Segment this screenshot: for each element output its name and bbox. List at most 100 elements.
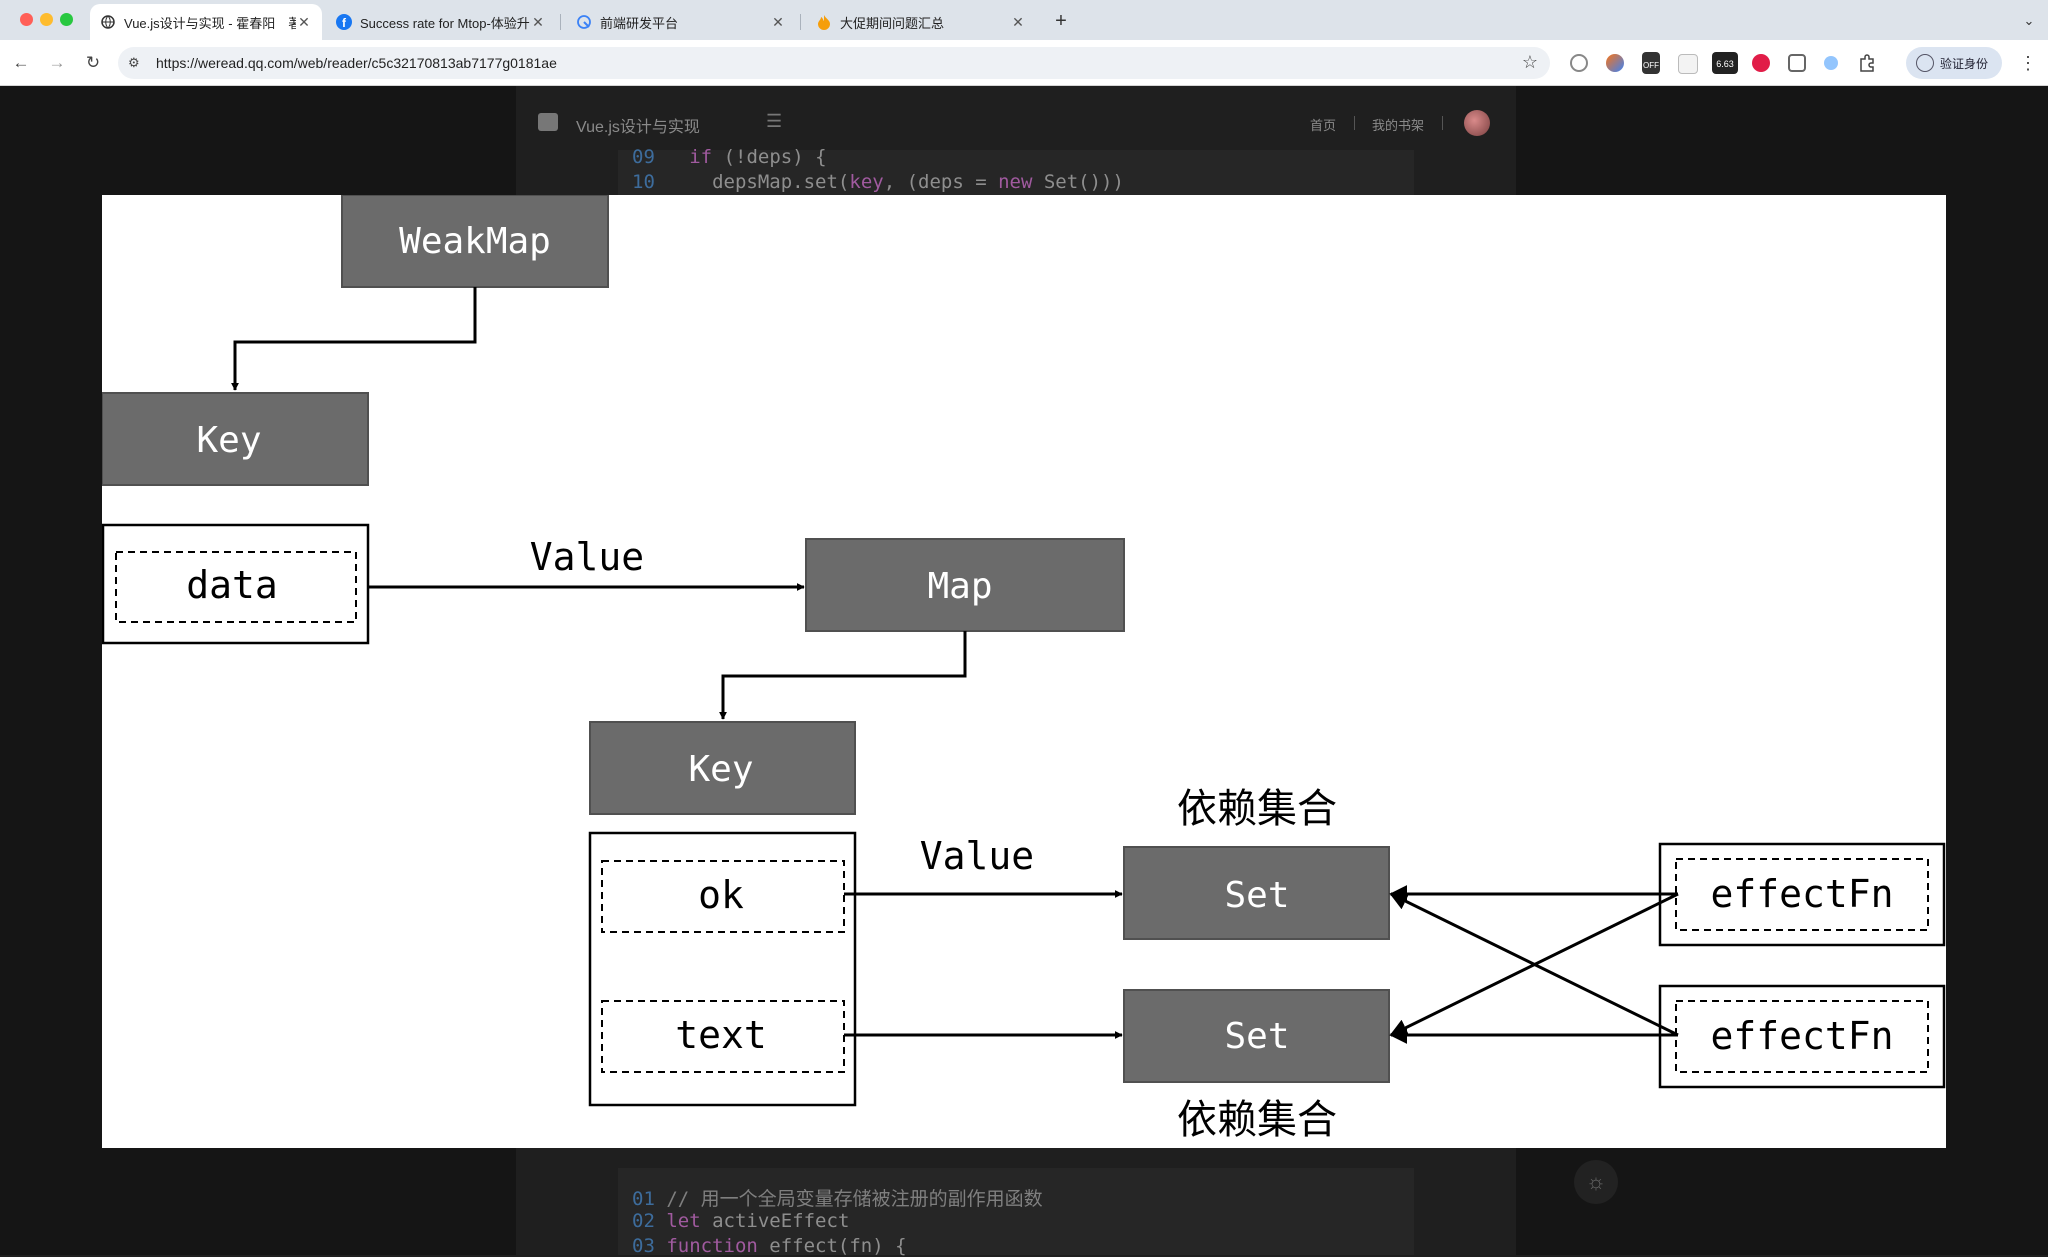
extension-off-badge: OFF — [1643, 61, 1659, 70]
code-line: 10 depsMap.set(key, (deps = new Set())) — [632, 171, 1124, 193]
book-icon[interactable] — [538, 113, 558, 131]
reload-icon[interactable]: ↻ — [80, 50, 106, 76]
set-label-1: Set — [1224, 875, 1289, 916]
back-arrow-icon[interactable]: ← — [8, 50, 34, 76]
extension-off-icon[interactable]: OFF — [1642, 52, 1660, 74]
code-text: activeEffect — [700, 1210, 850, 1232]
code-text: (!deps) { — [712, 146, 827, 168]
code-keyword: let — [666, 1210, 701, 1232]
maximize-window-button[interactable] — [60, 13, 73, 26]
map-to-key-arrow — [719, 631, 967, 720]
profile-avatar-icon — [1916, 54, 1934, 72]
effectfn-label-2: effectFn — [1710, 1014, 1893, 1058]
tab-close-icon[interactable]: ✕ — [530, 14, 546, 31]
nav-separator — [1354, 116, 1355, 130]
line-number: 09 — [632, 146, 655, 168]
user-avatar[interactable] — [1464, 110, 1490, 136]
line-number: 03 — [632, 1235, 655, 1257]
tab-separator — [560, 14, 561, 30]
code-variable: key — [849, 171, 884, 193]
code-keyword: new — [998, 171, 1033, 193]
code-block-bottom: 01 // 用一个全局变量存储被注册的副作用函数 02 let activeEf… — [618, 1168, 1414, 1257]
close-window-button[interactable] — [20, 13, 33, 26]
globe-icon — [100, 14, 116, 30]
effectfn-label-1: effectFn — [1710, 872, 1893, 916]
browser-menu-icon[interactable]: ⋮ — [2018, 50, 2038, 76]
code-text: , (deps = — [883, 171, 999, 193]
tab-close-icon[interactable]: ✕ — [1010, 14, 1026, 31]
profile-label: 验证身份 — [1940, 56, 1989, 71]
set-label-2: Set — [1224, 1016, 1289, 1057]
url-text: https://weread.qq.com/web/reader/c5c3217… — [156, 55, 557, 71]
line-number: 01 — [632, 1188, 655, 1210]
dependency-set-label-bottom: 依赖集合 — [1177, 1097, 1337, 1143]
tab-search-chevron-icon[interactable]: ⌄ — [2016, 8, 2042, 34]
extension-blue-icon[interactable] — [1824, 56, 1838, 70]
code-line: 01 // 用一个全局变量存储被注册的副作用函数 — [632, 1184, 1043, 1211]
dependency-set-label-top: 依赖集合 — [1177, 786, 1337, 832]
minimize-window-button[interactable] — [40, 13, 53, 26]
tab-bar: Vue.js设计与实现 - 霍春阳 著 ✕ f Success rate for… — [0, 0, 2048, 40]
diagram-svg: WeakMap Key data Value Map Key ok text V — [102, 195, 1946, 1143]
tab-title: 前端研发平台 — [600, 15, 679, 31]
book-title[interactable]: Vue.js设计与实现 — [576, 113, 700, 137]
cursor-icon — [576, 14, 592, 30]
ok-label: ok — [698, 873, 744, 917]
map-label: Map — [927, 566, 992, 607]
tab-separator — [800, 14, 801, 30]
flame-icon — [816, 14, 832, 30]
data-label: data — [186, 563, 278, 607]
code-block-top: 09 if (!deps) { 10 depsMap.set(key, (dep… — [618, 146, 1414, 195]
code-text: depsMap.set( — [666, 171, 850, 193]
code-text: effect(fn) { — [757, 1235, 907, 1257]
nav-home-link[interactable]: 首页 — [1310, 115, 1336, 134]
tab-title: Vue.js设计与实现 - 霍春阳 著 — [124, 15, 296, 31]
nav-separator — [1442, 116, 1443, 130]
extension-counter-icon[interactable]: 6.63 — [1712, 52, 1738, 74]
code-line: 03 function effect(fn) { — [632, 1235, 907, 1257]
site-settings-icon[interactable]: ⚙ — [128, 55, 140, 71]
key-label-1: Key — [196, 420, 261, 461]
tab-title: 大促期间问题汇总 — [840, 15, 945, 31]
code-line: 02 let activeEffect — [632, 1210, 849, 1232]
code-comment: // 用一个全局变量存储被注册的副作用函数 — [666, 1188, 1043, 1210]
line-number: 02 — [632, 1210, 655, 1232]
weakmap-label: WeakMap — [399, 221, 551, 262]
extensions-puzzle-icon[interactable] — [1858, 54, 1876, 72]
extension-page-icon[interactable] — [1678, 54, 1698, 74]
extension-red-icon[interactable] — [1752, 54, 1770, 72]
line-number: 10 — [632, 171, 655, 193]
profile-verify-button[interactable]: 验证身份 — [1906, 47, 2002, 79]
tab-promo-issues[interactable]: 大促期间问题汇总 ✕ — [806, 4, 1036, 40]
code-keyword: if — [689, 146, 713, 168]
extension-window-icon[interactable] — [1788, 54, 1806, 72]
bookmark-star-icon[interactable]: ☆ — [1522, 52, 1538, 73]
extension-shield-icon[interactable] — [1606, 54, 1624, 72]
address-bar[interactable]: ⚙ https://weread.qq.com/web/reader/c5c32… — [118, 47, 1550, 79]
tab-weread[interactable]: Vue.js设计与实现 - 霍春阳 著 ✕ — [90, 4, 322, 40]
tab-close-icon[interactable]: ✕ — [296, 14, 312, 31]
tab-frontend-platform[interactable]: 前端研发平台 ✕ — [566, 4, 796, 40]
code-text: Set())) — [1032, 171, 1124, 193]
text-label: text — [675, 1013, 767, 1057]
code-line: 09 if (!deps) { — [632, 146, 827, 168]
key-label-2: Key — [688, 749, 753, 790]
tab-mtop[interactable]: f Success rate for Mtop-体验升级 ✕ — [326, 4, 556, 40]
table-of-contents-icon[interactable]: ☰ — [766, 111, 782, 132]
forward-arrow-icon[interactable]: → — [44, 50, 70, 76]
facebook-icon: f — [336, 14, 352, 30]
theme-toggle-icon[interactable]: ☼ — [1574, 1160, 1618, 1204]
value-label-1: Value — [530, 535, 644, 579]
reader-header: Vue.js设计与实现 ☰ 首页 我的书架 — [516, 98, 1516, 148]
code-keyword: function — [666, 1235, 758, 1257]
tab-close-icon[interactable]: ✕ — [770, 14, 786, 31]
nav-shelf-link[interactable]: 我的书架 — [1372, 115, 1424, 134]
value-label-2: Value — [920, 834, 1034, 878]
new-tab-button[interactable]: + — [1048, 8, 1074, 34]
diagram-figure: WeakMap Key data Value Map Key ok text V — [102, 195, 1946, 1148]
tab-title: Success rate for Mtop-体验升级 — [360, 15, 530, 31]
browser-toolbar: ← → ↻ ⚙ https://weread.qq.com/web/reader… — [0, 40, 2048, 86]
extension-circle-icon[interactable] — [1570, 54, 1588, 72]
weakmap-to-key-arrow — [231, 287, 477, 391]
